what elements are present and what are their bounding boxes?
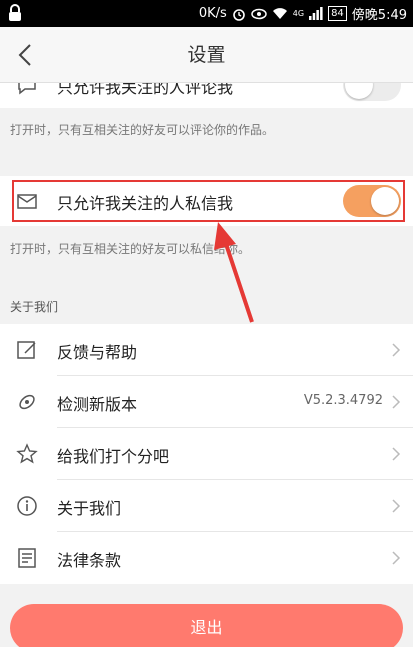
- list-item-check-version[interactable]: 检测新版本 V5.2.3.4792: [0, 376, 413, 428]
- chevron-right-icon: [392, 343, 401, 357]
- message-hint: 打开时，只有互相关注的好友可以私信给你。: [10, 242, 251, 256]
- logout-button[interactable]: 退出: [10, 604, 403, 647]
- list-item-label: 反馈与帮助: [57, 343, 138, 362]
- alarm-icon: [232, 8, 245, 21]
- battery-indicator: 84: [328, 6, 347, 21]
- list-item-legal[interactable]: 法律条款: [0, 532, 413, 584]
- page-title: 设置: [187, 44, 226, 66]
- list-item-about[interactable]: 关于我们: [0, 480, 413, 532]
- list-item-label: 关于我们: [57, 499, 122, 518]
- status-bar: 0K/s 4G 84 傍晚5:49: [0, 0, 413, 27]
- network-speed: 0K/s: [198, 6, 227, 21]
- section-title-about: 关于我们: [10, 300, 59, 314]
- lock-icon: [9, 4, 21, 21]
- chevron-right-icon: [392, 551, 401, 565]
- list-item-label: 给我们打个分吧: [57, 447, 170, 466]
- chevron-right-icon: [392, 395, 401, 409]
- chevron-right-icon: [392, 499, 401, 513]
- list-item-label: 法律条款: [57, 551, 122, 570]
- list-item-label: 检测新版本: [57, 395, 138, 414]
- list-item-feedback[interactable]: 反馈与帮助: [0, 324, 413, 376]
- list-item-rate[interactable]: 给我们打个分吧: [0, 428, 413, 480]
- highlight-box: [12, 180, 405, 222]
- clock: 傍晚5:49: [351, 8, 407, 23]
- star-icon: [16, 443, 38, 464]
- comment-hint: 打开时，只有互相关注的好友可以评论你的作品。: [10, 123, 275, 137]
- satellite-icon: [19, 394, 35, 410]
- network-type: 4G: [292, 9, 305, 18]
- status-indicators: 0K/s 4G 84 傍晚5:49: [198, 5, 407, 23]
- version-value: V5.2.3.4792: [303, 393, 383, 408]
- signal-icon: [309, 7, 323, 20]
- edit-icon: [17, 341, 36, 359]
- wifi-icon: [272, 8, 287, 19]
- eye-icon: [251, 8, 267, 19]
- nav-bar: 设置: [0, 27, 413, 83]
- document-icon: [18, 548, 36, 568]
- chevron-right-icon: [392, 447, 401, 461]
- info-icon: [17, 496, 37, 516]
